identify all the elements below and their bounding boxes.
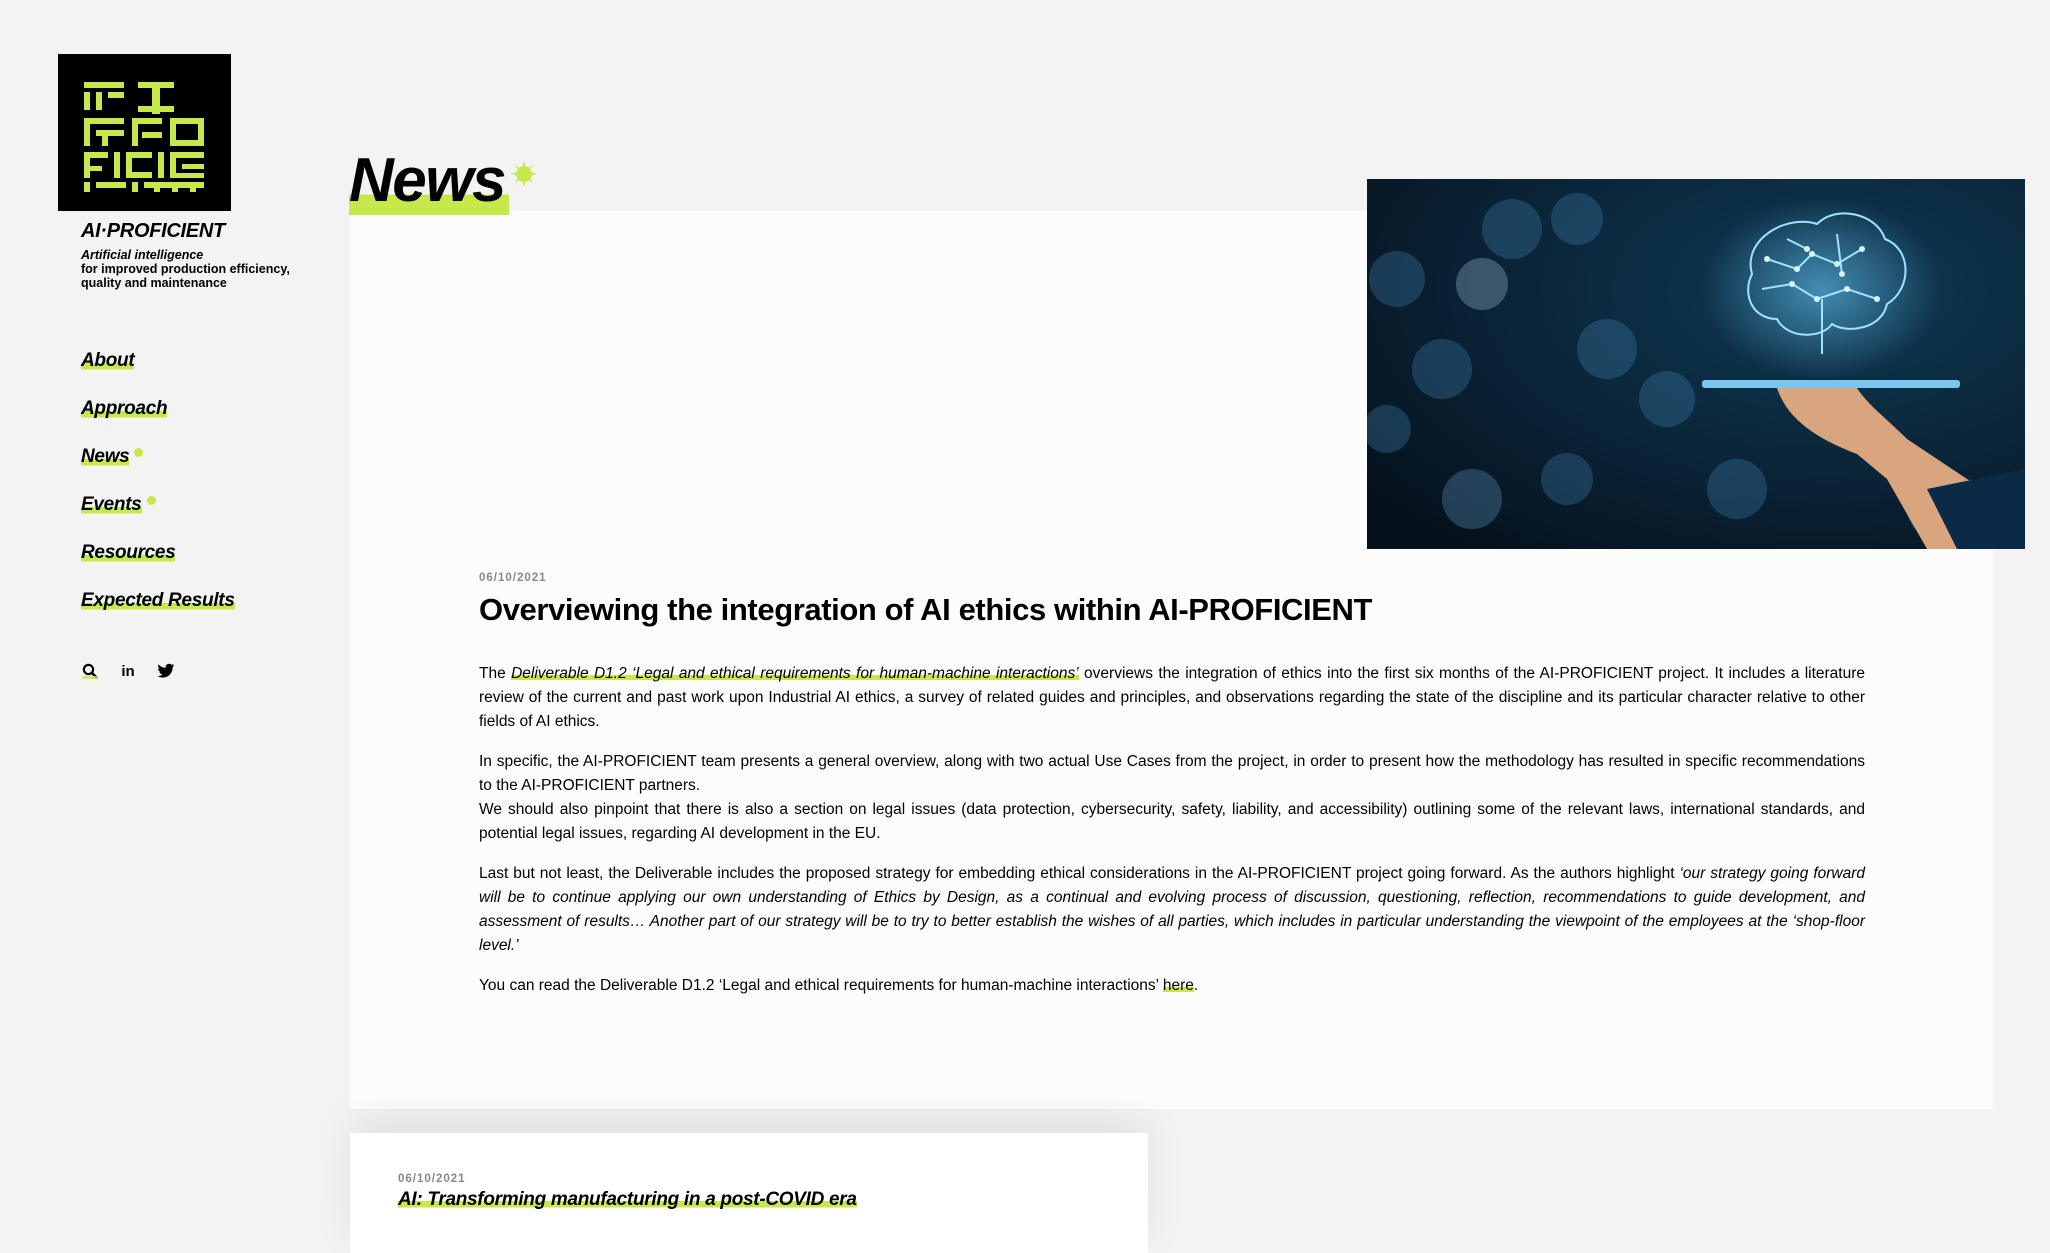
here-link[interactable]: here bbox=[1162, 977, 1194, 994]
article-date: 06/10/2021 bbox=[479, 572, 547, 584]
next-article-title-text[interactable]: AI: Transforming manufacturing in a post… bbox=[398, 1189, 857, 1210]
linkedin-icon[interactable]: in bbox=[119, 662, 137, 680]
search-icon[interactable] bbox=[81, 662, 99, 680]
p1-text-start: The bbox=[479, 665, 512, 682]
logo-glyph-icon bbox=[84, 82, 204, 192]
nav-item-news[interactable]: News bbox=[81, 446, 235, 494]
deliverable-link[interactable]: Deliverable D1.2 ‘Legal and ethical requ… bbox=[511, 665, 1079, 682]
article-paragraph-3: We should also pinpoint that there is al… bbox=[479, 801, 1865, 842]
nav-item-about[interactable]: About bbox=[81, 350, 235, 398]
nav-link-events[interactable]: Events bbox=[81, 494, 142, 516]
article-paragraph-2: In specific, the AI-PROFICIENT team pres… bbox=[479, 753, 1865, 794]
article-body: 06/10/2021 Overviewing the integration o… bbox=[479, 572, 1865, 1014]
article-hero-image bbox=[1367, 179, 2025, 549]
nav-item-events[interactable]: Events bbox=[81, 494, 235, 542]
article-paragraph-5: You can read the Deliverable D1.2 ‘Legal… bbox=[479, 974, 1865, 998]
nav-link-news[interactable]: News bbox=[81, 446, 130, 468]
tagline-line-3: quality and maintenance bbox=[81, 276, 227, 290]
starburst-icon bbox=[511, 161, 537, 187]
nav-item-expected-results[interactable]: Expected Results bbox=[81, 590, 235, 638]
social-links: in bbox=[81, 662, 175, 680]
nav-link-about[interactable]: About bbox=[81, 350, 135, 372]
nav-news-dot-icon bbox=[134, 448, 144, 457]
article-paragraph-1: The Deliverable D1.2 ‘Legal and ethical … bbox=[479, 662, 1865, 734]
article-title: Overviewing the integration of AI ethics… bbox=[479, 592, 1373, 627]
next-article-title[interactable]: AI: Transforming manufacturing in a post… bbox=[398, 1189, 857, 1211]
main-nav: About Approach News Events Resources Exp… bbox=[81, 350, 235, 638]
nav-events-dot-icon bbox=[146, 496, 156, 505]
page-title-text: News bbox=[349, 146, 509, 215]
nav-item-approach[interactable]: Approach bbox=[81, 398, 235, 446]
tagline-line-1: Artificial intelligence bbox=[81, 248, 204, 262]
next-article-date: 06/10/2021 bbox=[398, 1173, 466, 1185]
nav-link-resources[interactable]: Resources bbox=[81, 542, 176, 564]
next-article-card[interactable]: 06/10/2021 AI: Transforming manufacturin… bbox=[350, 1133, 1148, 1253]
p4-text-start: Last but not least, the Deliverable incl… bbox=[479, 865, 1680, 882]
p5-text-start: You can read the Deliverable D1.2 ‘Legal… bbox=[479, 977, 1163, 994]
page-title: News bbox=[349, 146, 509, 215]
brand-tagline: Artificial intelligence for improved pro… bbox=[81, 248, 311, 290]
site-logo[interactable] bbox=[58, 54, 231, 211]
p5-text-end: . bbox=[1193, 977, 1199, 994]
nav-item-resources[interactable]: Resources bbox=[81, 542, 235, 590]
twitter-icon[interactable] bbox=[157, 662, 175, 680]
tagline-line-2: for improved production efficiency, bbox=[81, 262, 290, 276]
nav-link-approach[interactable]: Approach bbox=[81, 398, 168, 420]
article-paragraph-4: Last but not least, the Deliverable incl… bbox=[479, 862, 1865, 958]
brand-name: AI·PROFICIENT bbox=[81, 220, 225, 242]
nav-link-expected-results[interactable]: Expected Results bbox=[81, 590, 235, 612]
